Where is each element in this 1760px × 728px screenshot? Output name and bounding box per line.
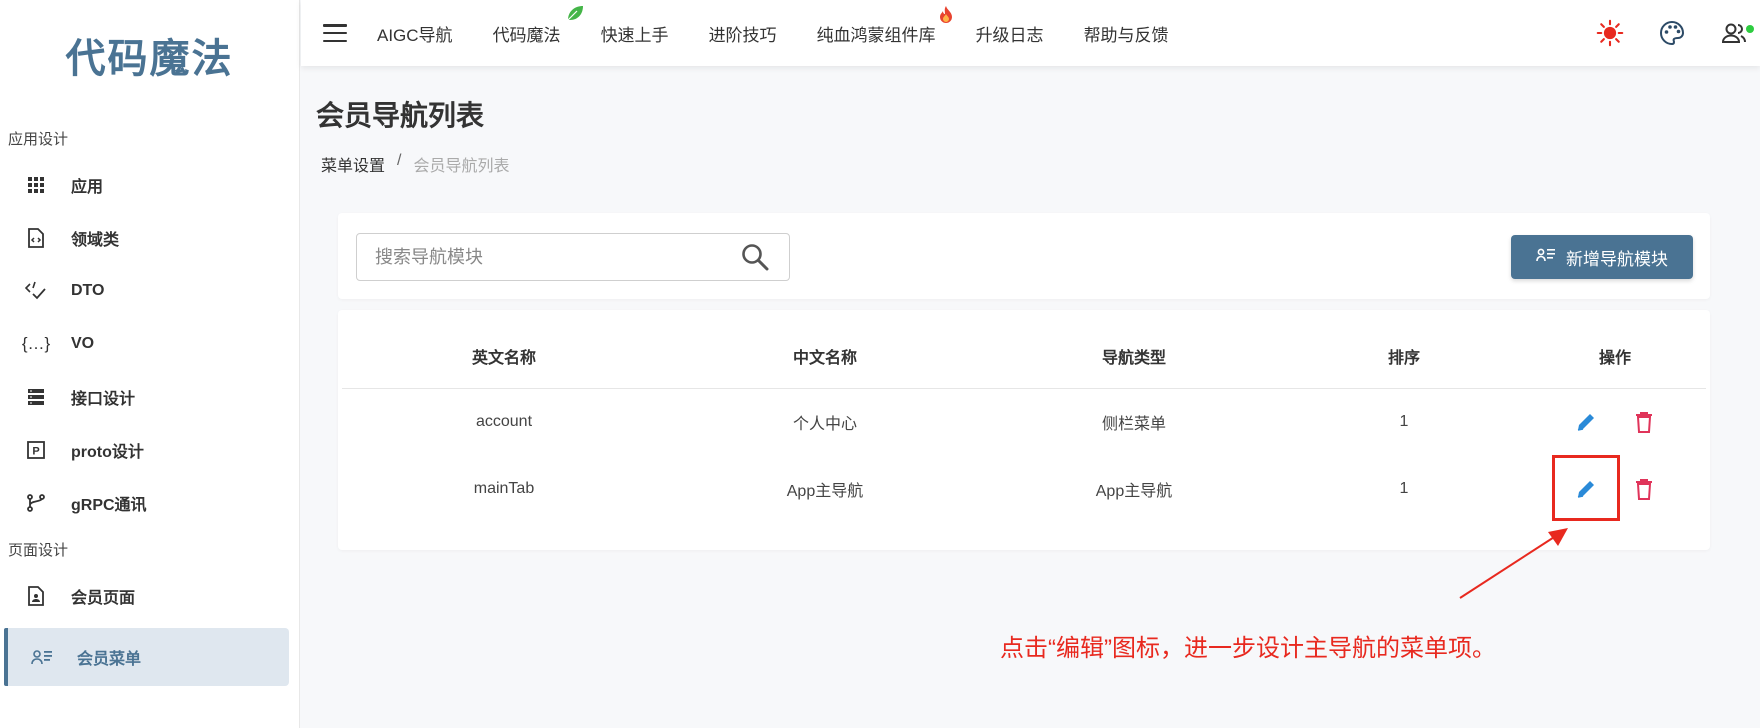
cell-order: 1 (1399, 479, 1409, 497)
row-actions (1524, 454, 1706, 521)
online-status-dot (1746, 25, 1754, 33)
user-file-icon (24, 584, 48, 608)
delete-icon[interactable] (1630, 408, 1658, 436)
annotation-text: 点击“编辑”图标，进一步设计主导航的菜单项。 (1000, 635, 1496, 662)
table-card: 英文名称 中文名称 导航类型 排序 操作 account 个人中心 侧栏菜单 1 (338, 310, 1710, 550)
breadcrumb-parent[interactable]: 菜单设置 (321, 152, 385, 176)
top-nav-code-magic[interactable]: 代码魔法 (493, 5, 583, 46)
top-nav: AIGC导航 代码魔法 快速上手 进阶技巧 纯血鸿蒙组件库 升级日志 帮助与反馈 (377, 5, 1209, 46)
sidebar-item-dto[interactable]: DTO (0, 264, 299, 317)
sidebar-item-label: 领域类 (71, 231, 120, 249)
svg-text:P: P (32, 445, 39, 457)
top-bar: AIGC导航 代码魔法 快速上手 进阶技巧 纯血鸿蒙组件库 升级日志 帮助与反馈 (301, 0, 1760, 66)
search-card: 新增导航模块 (338, 213, 1710, 299)
p-box-icon: P (24, 438, 48, 462)
grid-icon (24, 173, 48, 197)
sidebar-item-member-menu[interactable]: 会员菜单 (4, 628, 289, 686)
annotation-arrow (1459, 528, 1568, 599)
app-root: 代码魔法 应用设计 应用 领域类 DTO {…} VO 接口设计 P proto… (0, 0, 1760, 728)
brand-logo[interactable]: 代码魔法 (0, 0, 299, 110)
user-account-icon[interactable] (1720, 19, 1754, 47)
column-header-order[interactable]: 排序 (1284, 324, 1524, 389)
top-nav-help-feedback[interactable]: 帮助与反馈 (1084, 21, 1169, 46)
code-file-icon (24, 226, 48, 250)
breadcrumb-separator: / (397, 152, 402, 169)
edit-icon[interactable] (1572, 408, 1600, 436)
sidebar-item-label: 会员页面 (71, 589, 136, 607)
annotation-highlight-box (1552, 454, 1620, 521)
leaf-icon (565, 3, 585, 23)
top-actions (1596, 0, 1754, 66)
add-user-icon (1536, 247, 1556, 268)
column-header-en-name[interactable]: 英文名称 (342, 324, 666, 389)
cell-en-name: account (475, 412, 533, 430)
delete-icon[interactable] (1630, 475, 1658, 503)
server-icon (24, 385, 48, 409)
fire-icon (938, 5, 954, 23)
sidebar-item-app[interactable]: 应用 (0, 158, 299, 211)
sidebar-item-api-design[interactable]: 接口设计 (0, 370, 299, 423)
sidebar-section-app-design: 应用设计 (8, 131, 69, 148)
add-nav-module-button[interactable]: 新增导航模块 (1511, 235, 1693, 279)
search-box[interactable] (356, 233, 790, 281)
sidebar-item-member-page[interactable]: 会员页面 (0, 569, 299, 622)
cell-zh-name: 个人中心 (792, 415, 857, 433)
sidebar-item-label: 接口设计 (71, 390, 136, 408)
cell-nav-type: 侧栏菜单 (1101, 415, 1166, 433)
sidebar-item-label: proto设计 (71, 443, 144, 461)
sidebar-item-label: 会员菜单 (77, 651, 142, 668)
page-title: 会员导航列表 (316, 100, 485, 131)
menu-toggle-icon[interactable] (323, 24, 347, 42)
sidebar-item-domain-class[interactable]: 领域类 (0, 211, 299, 264)
sidebar-item-proto-design[interactable]: P proto设计 (0, 423, 299, 476)
table-header-row: 英文名称 中文名称 导航类型 排序 操作 (342, 324, 1706, 389)
sidebar-item-label: gRPC通讯 (71, 496, 147, 514)
sidebar-item-label: DTO (71, 281, 105, 299)
sidebar-item-vo[interactable]: {…} VO (0, 317, 299, 370)
sidebar: 代码魔法 应用设计 应用 领域类 DTO {…} VO 接口设计 P proto… (0, 0, 300, 728)
top-nav-harmony-components[interactable]: 纯血鸿蒙组件库 (817, 5, 952, 46)
branch-icon (24, 491, 48, 515)
sun-theme-icon[interactable] (1596, 19, 1624, 47)
cell-order: 1 (1399, 412, 1409, 430)
breadcrumb: 菜单设置 / 会员导航列表 (321, 152, 509, 176)
top-nav-advanced-tips[interactable]: 进阶技巧 (709, 21, 777, 46)
column-header-actions: 操作 (1524, 324, 1706, 389)
add-nav-module-label: 新增导航模块 (1566, 249, 1668, 269)
top-nav-aigc[interactable]: AIGC导航 (377, 21, 453, 46)
palette-icon[interactable] (1658, 19, 1686, 47)
sidebar-item-label: 应用 (71, 178, 104, 196)
row-actions (1524, 408, 1706, 436)
search-input[interactable] (357, 234, 735, 280)
cell-zh-name: App主导航 (786, 482, 864, 500)
sidebar-item-label: VO (71, 334, 95, 352)
table-row: account 个人中心 侧栏菜单 1 (342, 388, 1706, 455)
edit-icon[interactable] (1552, 454, 1620, 521)
braces-icon: {…} (21, 333, 51, 353)
code-check-icon (24, 279, 48, 303)
table-row: mainTab App主导航 App主导航 1 (342, 454, 1706, 522)
column-header-nav-type[interactable]: 导航类型 (984, 324, 1284, 389)
sidebar-section-page-design: 页面设计 (8, 542, 69, 559)
top-nav-changelog[interactable]: 升级日志 (976, 21, 1044, 46)
breadcrumb-current: 会员导航列表 (413, 158, 510, 175)
user-list-icon (30, 645, 54, 669)
top-nav-quick-start[interactable]: 快速上手 (601, 21, 669, 46)
column-header-zh-name[interactable]: 中文名称 (666, 324, 984, 389)
cell-en-name: mainTab (473, 479, 535, 497)
nav-module-table: 英文名称 中文名称 导航类型 排序 操作 account 个人中心 侧栏菜单 1 (342, 324, 1706, 522)
search-icon[interactable] (735, 237, 775, 277)
sidebar-item-grpc[interactable]: gRPC通讯 (0, 476, 299, 529)
cell-nav-type: App主导航 (1095, 482, 1173, 500)
